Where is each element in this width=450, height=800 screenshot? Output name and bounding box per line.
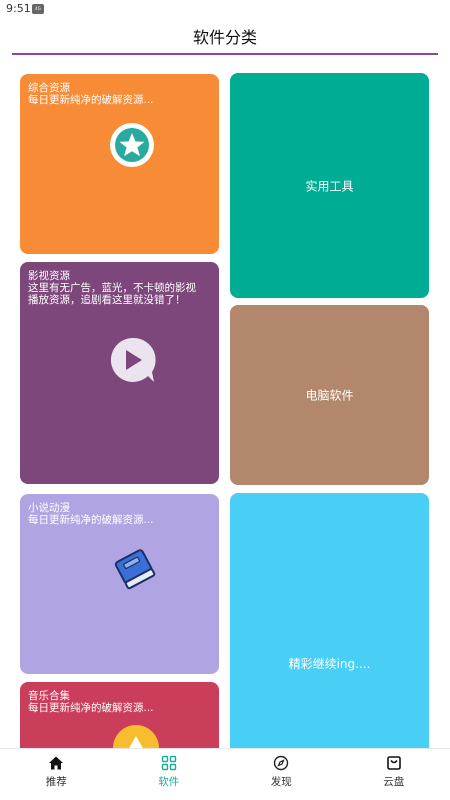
card-comprehensive[interactable]: 综合资源 每日更新纯净的破解资源... [20, 74, 219, 254]
card-video[interactable]: 影视资源 这里有无广告，蓝光，不卡顿的影视 播放资源，追剧看这里就没错了！ [20, 262, 219, 484]
nav-item-cloud[interactable]: 云盘 [338, 749, 450, 800]
nav-label: 软件 [158, 776, 180, 788]
status-time: 9:51 [6, 2, 31, 15]
card-title: 综合资源 [28, 82, 70, 94]
card-title: 影视资源 [28, 270, 70, 282]
header: 软件分类 [0, 20, 450, 54]
card-tools[interactable]: 实用工具 [230, 73, 429, 298]
card-text: 综合资源 每日更新纯净的破解资源... [28, 82, 211, 106]
nav-label: 云盘 [383, 776, 405, 788]
card-desc: 每日更新纯净的破解资源... [28, 702, 154, 714]
home-icon [49, 756, 64, 770]
network-badge: 4G [32, 4, 44, 14]
card-text: 音乐合集 每日更新纯净的破解资源... [28, 690, 211, 714]
star-icon [110, 123, 154, 167]
nav-item-software[interactable]: 软件 [113, 749, 226, 800]
bag-icon [386, 756, 401, 770]
card-title: 实用工具 [305, 179, 354, 193]
card-title: 电脑软件 [305, 388, 354, 403]
nav-item-recommend[interactable]: 推荐 [0, 749, 113, 800]
card-text: 影视资源 这里有无广告，蓝光，不卡顿的影视 播放资源，追剧看这里就没错了！ [28, 270, 211, 306]
card-title: 小说动漫 [28, 502, 70, 514]
nav-item-discover[interactable]: 发现 [225, 749, 338, 800]
bottom-nav: 推荐 软件 发现 云盘 [0, 748, 450, 800]
book-icon [114, 549, 156, 590]
card-desc: 每日更新纯净的破解资源... [28, 514, 154, 526]
nav-label: 推荐 [45, 776, 67, 788]
card-novel[interactable]: 小说动漫 每日更新纯净的破解资源... [20, 494, 219, 674]
header-divider [12, 53, 438, 55]
nav-label: 发现 [270, 776, 292, 788]
card-pc[interactable]: 电脑软件 [230, 305, 429, 485]
status-bar: 9:51 4G [0, 0, 450, 20]
play-icon [110, 337, 156, 382]
card-title: 精彩继续ing.... [288, 657, 371, 671]
card-text: 小说动漫 每日更新纯净的破解资源... [28, 502, 211, 526]
card-title: 音乐合集 [28, 690, 70, 702]
card-desc: 每日更新纯净的破解资源... [28, 94, 154, 106]
card-desc: 这里有无广告，蓝光，不卡顿的影视 播放资源，追剧看这里就没错了！ [28, 282, 196, 306]
page-title: 软件分类 [192, 28, 257, 47]
compass-icon [274, 755, 289, 771]
grid-icon [161, 755, 176, 771]
